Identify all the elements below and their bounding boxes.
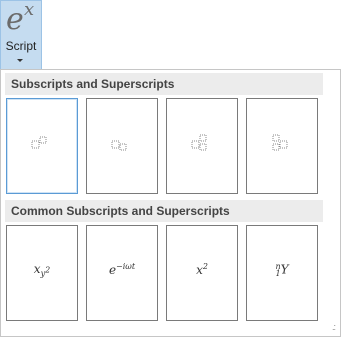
formula-base: x — [196, 263, 203, 277]
tile-x-squared[interactable]: x2 — [166, 225, 238, 321]
tile-left-sub-superscript-template[interactable] — [246, 98, 318, 194]
tile-e-minus-i-omega-t[interactable]: e−iωt — [86, 225, 158, 321]
formula-n-one-y: n1Y — [247, 262, 317, 277]
tile-sub-superscript-template[interactable] — [166, 98, 238, 194]
script-gallery-dropdown: Subscripts and Superscripts Common Subsc… — [0, 69, 341, 337]
script-icon-superscript: x — [24, 0, 35, 20]
formula-base: e — [108, 263, 117, 277]
script-ribbon-button[interactable]: e x Script — [0, 0, 42, 70]
formula-x-squared: x2 — [167, 262, 237, 277]
resize-grip-icon[interactable]: .: — [332, 323, 336, 332]
formula-x-sub-y-squared: xy2 — [7, 262, 77, 278]
tile-n-one-y[interactable]: n1Y — [246, 225, 318, 321]
subscript-template-icon — [111, 140, 127, 151]
formula-superscript: −iωt — [116, 262, 136, 271]
formula-e-minus-i-omega-t: e−iωt — [87, 262, 157, 277]
tile-superscript-template[interactable] — [6, 98, 78, 194]
sub-superscript-template-icon — [191, 134, 207, 151]
dropdown-caret-icon — [17, 59, 23, 62]
formula-base: Y — [280, 262, 289, 277]
left-sub-superscript-template-icon — [272, 134, 288, 151]
formula-nested-superscript: 2 — [45, 265, 51, 275]
formula-superscript: 2 — [202, 262, 208, 271]
script-icon-base: e — [6, 2, 24, 37]
section-header-common-subscripts-superscripts: Common Subscripts and Superscripts — [5, 200, 323, 222]
tile-subscript-template[interactable] — [86, 98, 158, 194]
section-header-subscripts-superscripts: Subscripts and Superscripts — [5, 73, 323, 95]
superscript-template-icon — [31, 136, 47, 149]
script-icon: e x — [6, 0, 40, 39]
formula-base: x — [33, 262, 41, 276]
script-button-label: Script — [5, 39, 37, 53]
tile-x-sub-y-squared[interactable]: xy2 — [6, 225, 78, 321]
